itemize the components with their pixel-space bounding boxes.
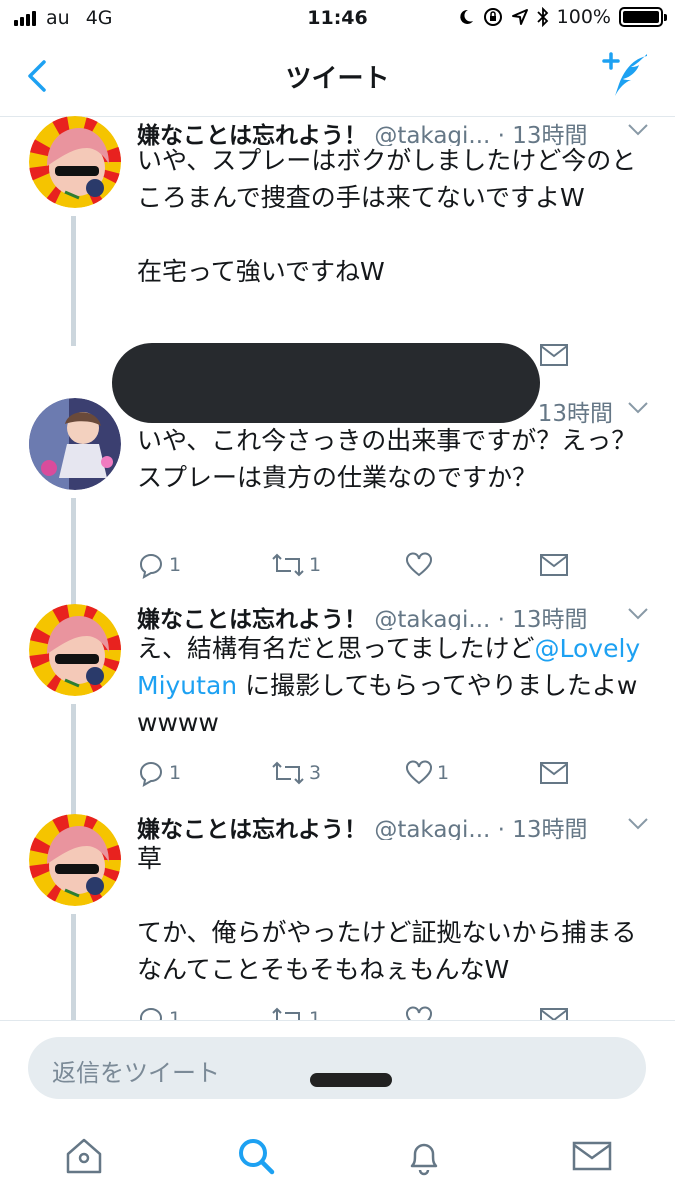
rotation-lock-icon: [483, 8, 502, 26]
tweet-actions: 1 1: [137, 550, 577, 580]
chevron-down-icon[interactable]: [627, 123, 649, 137]
tab-bar: [0, 1116, 675, 1200]
tweet-actions: 1 1: [137, 1004, 577, 1020]
location-icon: [511, 9, 528, 25]
timestamp[interactable]: · 13時間: [498, 607, 588, 630]
reply-count: 1: [169, 762, 182, 784]
bluetooth-icon: [537, 7, 548, 27]
reply-bar: 返信をツイート: [0, 1020, 675, 1117]
retweet-icon: [272, 1007, 300, 1020]
message-button[interactable]: [539, 340, 569, 370]
battery-percent: 100%: [556, 6, 611, 28]
tweet-text: いや、これ今さっきの出来事ですが？えっ？スプレーは貴方の仕業なのですか？: [137, 426, 637, 492]
reply-placeholder: 返信をツイート: [52, 1059, 220, 1087]
retweet-count: 1: [309, 554, 322, 576]
timestamp[interactable]: · 13時間: [498, 817, 588, 840]
reply-icon: [140, 762, 162, 787]
retweet-button[interactable]: 1: [271, 1004, 321, 1020]
chevron-down-icon[interactable]: [627, 607, 649, 621]
redaction-block: [112, 343, 540, 423]
reply-input[interactable]: 返信をツイート: [28, 1037, 646, 1099]
retweet-count: 3: [309, 762, 322, 784]
avatar[interactable]: [29, 116, 121, 208]
reply-button[interactable]: 1: [137, 550, 181, 580]
chevron-down-icon[interactable]: [627, 817, 649, 831]
home-icon[interactable]: [62, 1134, 106, 1178]
handle[interactable]: @takagi...: [374, 817, 490, 840]
compose-tweet-icon[interactable]: [601, 50, 653, 102]
page-title: ツイート: [285, 64, 390, 94]
reply-icon: [140, 554, 162, 579]
heart-icon: [406, 1006, 432, 1020]
tweet[interactable]: 嫌なことは忘れよう！ @takagi... · 13時間 え、結構有名だと思って…: [0, 600, 675, 822]
tweet-text: え、結構有名だと思ってましたけど@LovelyMiyutan に撮影してもらって…: [137, 630, 657, 741]
mail-icon: [540, 762, 568, 784]
retweet-button[interactable]: 1: [271, 550, 321, 580]
reply-icon: [140, 1008, 162, 1020]
like-button[interactable]: [405, 550, 433, 580]
notifications-icon[interactable]: [402, 1134, 446, 1178]
tweet-text-part: え、結構有名だと思ってましたけど: [137, 634, 535, 663]
tweet-text: いや、スプレーはボクがしましたけど今のところまんで捜査の手は来てないですよW 在…: [137, 146, 637, 286]
like-count: 1: [437, 762, 450, 784]
message-button[interactable]: [539, 758, 569, 788]
tweet-header: 嫌なことは忘れよう！ @takagi... · 13時間: [137, 810, 645, 840]
tweet-header: 嫌なことは忘れよう！ @takagi... · 13時間: [137, 600, 645, 630]
heart-icon: [406, 552, 432, 577]
timestamp[interactable]: 13時間: [538, 401, 613, 424]
avatar[interactable]: [29, 814, 121, 906]
thread-line: [71, 704, 76, 822]
like-button[interactable]: 1: [405, 758, 449, 788]
reply-count: 1: [169, 554, 182, 576]
avatar[interactable]: [29, 398, 121, 490]
avatar[interactable]: [29, 604, 121, 696]
tweet[interactable]: 嫌なことは忘れよう！ @takagi... · 13時間 いや、スプレーはボクが…: [0, 116, 675, 346]
heart-icon: [406, 760, 432, 785]
retweet-icon: [272, 761, 304, 785]
mail-icon: [540, 554, 568, 576]
display-name[interactable]: 嫌なことは忘れよう！: [137, 607, 367, 630]
tweet[interactable]: 嫌なことは忘れよう！ @takagi... · 13時間 草 てか、俺らがやった…: [0, 810, 675, 1020]
retweet-icon: [272, 553, 304, 577]
like-button[interactable]: [405, 1004, 433, 1020]
handle[interactable]: @takagi...: [374, 607, 490, 630]
messages-icon[interactable]: [570, 1134, 614, 1178]
retweet-button[interactable]: 3: [271, 758, 321, 788]
message-button[interactable]: [539, 550, 569, 580]
tweet-text: 草 てか、俺らがやったけど証拠ないから捕まるなんてことそもそもねぇもんなW: [137, 844, 637, 984]
search-icon[interactable]: [234, 1134, 278, 1178]
nav-bar: ツイート: [0, 38, 675, 117]
mail-icon: [540, 344, 568, 366]
reply-button[interactable]: 1: [137, 1004, 181, 1020]
battery-icon: [619, 7, 667, 27]
status-right: 100%: [457, 6, 667, 28]
status-bar: au 4G 11:46 100%: [0, 0, 675, 38]
message-button[interactable]: [539, 1004, 569, 1020]
retweet-count: 1: [309, 1008, 322, 1020]
tweet-actions: 1 3 1: [137, 758, 577, 788]
reply-count: 1: [169, 1008, 182, 1020]
chevron-down-icon[interactable]: [627, 401, 649, 415]
mail-icon: [540, 1008, 568, 1020]
moon-icon: [459, 9, 473, 24]
display-name[interactable]: 嫌なことは忘れよう！: [137, 817, 367, 840]
thread-line: [71, 216, 76, 346]
thread-line: [71, 914, 76, 1020]
reply-button[interactable]: 1: [137, 758, 181, 788]
home-indicator: [310, 1073, 392, 1087]
tweet-thread: 嫌なことは忘れよう！ @takagi... · 13時間 いや、スプレーはボクが…: [0, 116, 675, 1020]
